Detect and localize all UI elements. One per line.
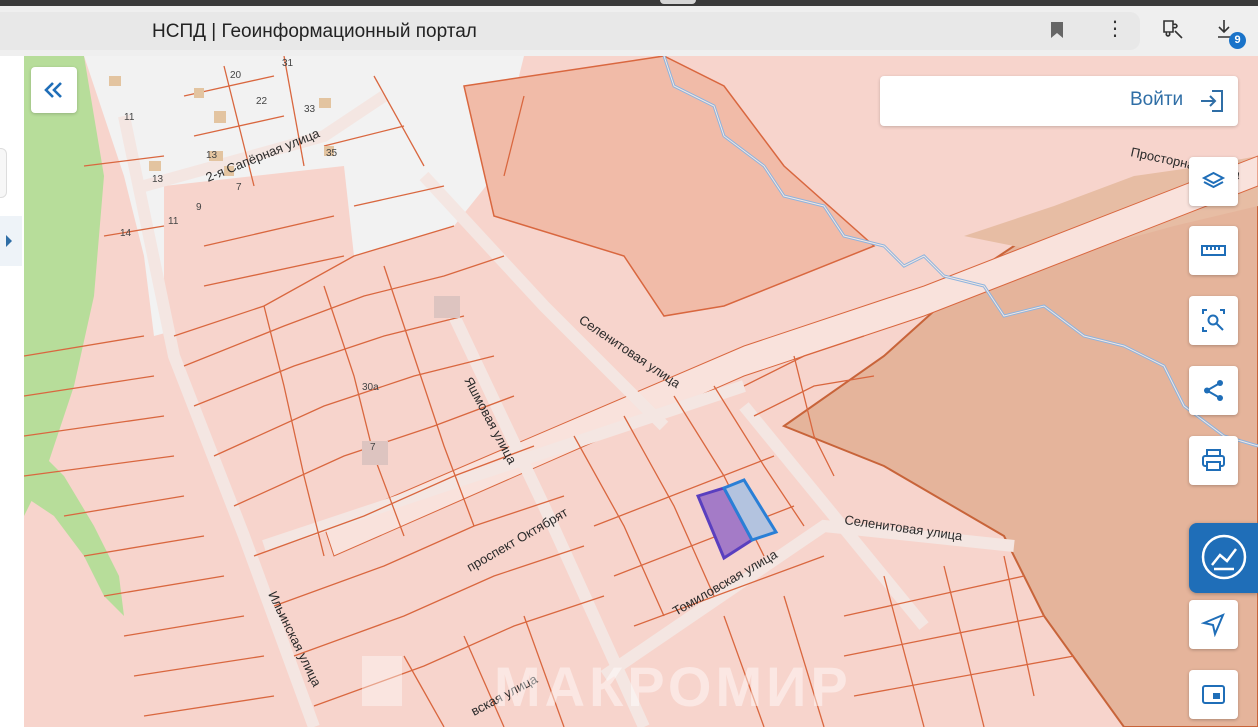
- watermark-text: МАКРОМИР: [494, 655, 852, 718]
- login-icon[interactable]: [1198, 88, 1226, 119]
- house-number: 13: [206, 150, 218, 161]
- locate-icon: [1201, 613, 1225, 637]
- house-number: 20: [230, 70, 242, 81]
- panel-icon: [1202, 685, 1225, 704]
- house-number: 22: [256, 96, 268, 107]
- more-menu-icon[interactable]: ⋮: [1105, 19, 1125, 39]
- bookmark-icon[interactable]: [1050, 21, 1064, 44]
- chevron-right-icon: [6, 235, 12, 247]
- extensions-icon[interactable]: [1161, 18, 1185, 45]
- area-search-button[interactable]: [1189, 296, 1238, 345]
- expand-side-panel[interactable]: [0, 216, 22, 266]
- house-number: 11: [124, 112, 135, 123]
- share-icon: [1204, 380, 1223, 401]
- ruler-icon: [1201, 245, 1226, 256]
- print-icon: [1202, 449, 1225, 471]
- house-number: 35: [326, 148, 338, 159]
- double-chevron-left-icon: [44, 82, 62, 98]
- page-title: НСПД | Геоинформационный портал: [152, 21, 477, 42]
- window-notch: [660, 0, 696, 4]
- house-number: 30а: [362, 382, 379, 393]
- address-bar[interactable]: НСПД | Геоинформационный портал: [0, 12, 1140, 50]
- house-number: 13: [152, 174, 164, 185]
- edit-map-button[interactable]: [1189, 523, 1258, 593]
- side-tab[interactable]: [0, 148, 7, 198]
- house-number: 7: [370, 442, 376, 453]
- house-number: 7: [236, 182, 242, 193]
- panel-button[interactable]: [1189, 670, 1238, 719]
- layers-icon: [1201, 171, 1226, 189]
- watermark-logo: [362, 656, 402, 706]
- login-panel[interactable]: Войти: [880, 76, 1238, 126]
- house-number: 11: [168, 216, 179, 227]
- left-side-strip: [0, 56, 25, 727]
- collapse-panel-button[interactable]: [31, 67, 77, 113]
- browser-toolbar: НСПД | Геоинформационный портал ⋮ 9: [0, 0, 1258, 56]
- share-button[interactable]: [1189, 366, 1238, 415]
- map-canvas[interactable]: 2-я Сапёрная улица Селенитовая улица Яшм…: [24, 56, 1258, 727]
- search-area-icon: [1202, 309, 1225, 332]
- print-button[interactable]: [1189, 436, 1238, 485]
- layers-button[interactable]: [1189, 157, 1238, 206]
- login-label[interactable]: Войти: [1130, 89, 1183, 111]
- house-number: 9: [196, 202, 202, 213]
- locate-button[interactable]: [1189, 600, 1238, 649]
- house-number: 14: [120, 228, 132, 239]
- edit-map-icon: [1201, 534, 1247, 580]
- house-number: 31: [282, 58, 294, 69]
- window-edge: [0, 0, 1258, 6]
- downloads-badge: 9: [1229, 32, 1246, 49]
- ruler-button[interactable]: [1189, 226, 1238, 275]
- house-number: 33: [304, 104, 316, 115]
